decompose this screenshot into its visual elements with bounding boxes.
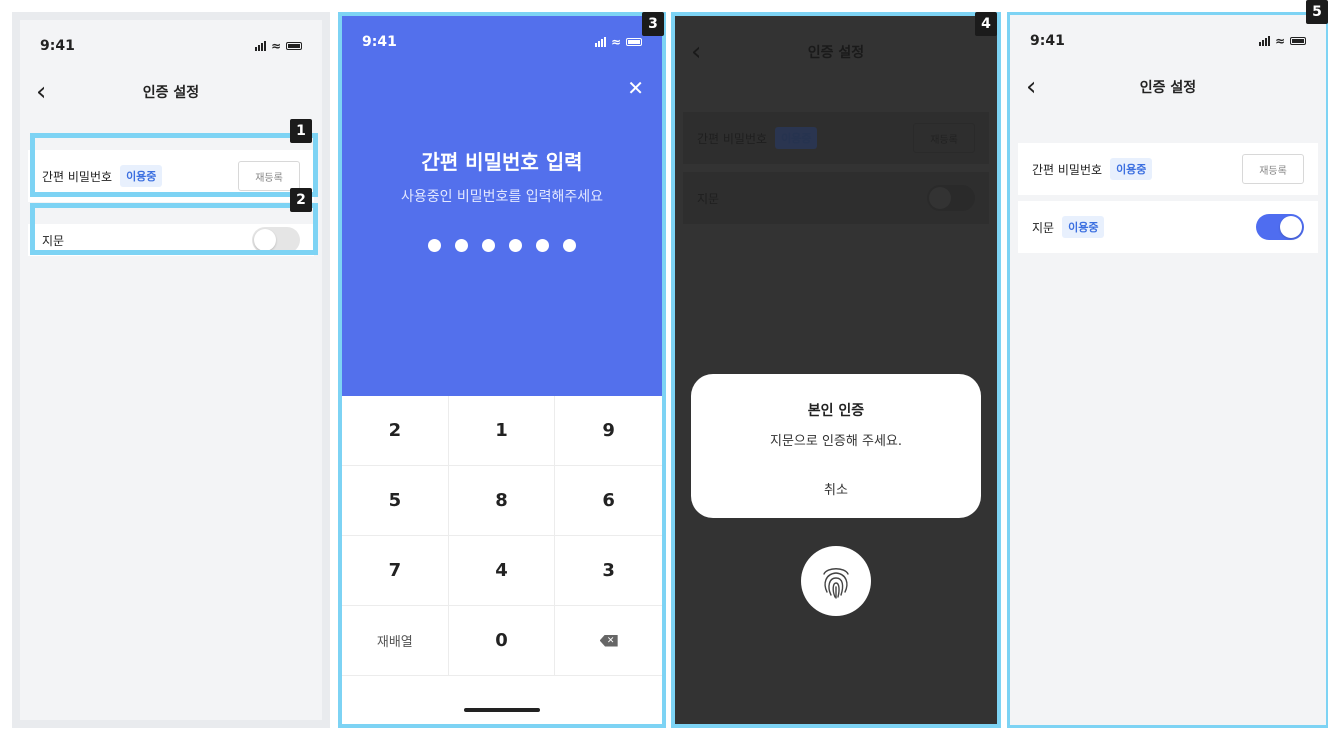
- modal-title: 본인 인증: [807, 403, 865, 419]
- callout-2: 2: [290, 188, 312, 212]
- status-badge: 이용중: [1062, 216, 1105, 238]
- password-row: 간편 비밀번호 이용중 재등록: [1018, 143, 1318, 195]
- fingerprint-label: 지문: [1032, 220, 1055, 235]
- nav-bar: ‹ 인증 설정: [1010, 67, 1326, 107]
- key-0[interactable]: 0: [448, 606, 556, 676]
- status-time: 9:41: [40, 38, 75, 54]
- status-bar: 9:41 ≈: [20, 20, 322, 72]
- signal-icon: [1258, 36, 1270, 46]
- highlight-box-1: [30, 133, 318, 197]
- auth-modal: 본인 인증 지문으로 인증해 주세요. 취소: [691, 374, 981, 518]
- screen-auth-settings-enabled: 9:41 ≈ ‹ 인증 설정 간편 비밀번호 이용중 재등록 지문 이용중: [1007, 12, 1328, 728]
- pin-dot: [536, 239, 549, 252]
- re-register-button[interactable]: 재등록: [1242, 154, 1304, 184]
- battery-icon: [1290, 37, 1306, 45]
- status-time: 9:41: [1030, 33, 1065, 49]
- password-header: 9:41 ≈ ✕ 간편 비밀번호 입력 사용중인 비밀번호를 입력해주세요: [342, 16, 662, 396]
- keypad: 2 1 9 5 8 6 7 4 3 재배열 0 ✕: [342, 396, 662, 676]
- status-bar: 9:41 ≈: [1010, 15, 1326, 67]
- status-badge: 이용중: [775, 127, 818, 149]
- screen-password-input: 9:41 ≈ ✕ 간편 비밀번호 입력 사용중인 비밀번호를 입력해주세요 2 …: [338, 12, 666, 728]
- shuffle-key[interactable]: 재배열: [342, 606, 449, 676]
- signal-icon: [594, 37, 606, 47]
- password-label: 간편 비밀번호: [1032, 162, 1103, 177]
- fingerprint-button[interactable]: [801, 546, 871, 616]
- pin-dots: [342, 239, 662, 252]
- password-label: 간편 비밀번호: [697, 131, 768, 146]
- password-row: 간편 비밀번호 이용중 재등록: [683, 112, 989, 164]
- pin-dot: [455, 239, 468, 252]
- key-7[interactable]: 7: [342, 536, 449, 606]
- password-subtitle: 사용중인 비밀번호를 입력해주세요: [400, 189, 604, 205]
- re-register-button: 재등록: [913, 123, 975, 153]
- callout-5: 5: [1306, 0, 1328, 24]
- signal-icon: [254, 41, 266, 51]
- wifi-icon: ≈: [270, 39, 281, 53]
- password-title: 간편 비밀번호 입력: [421, 150, 583, 174]
- key-2[interactable]: 2: [342, 396, 449, 466]
- fingerprint-row: 지문 이용중: [1018, 201, 1318, 253]
- key-1[interactable]: 1: [448, 396, 556, 466]
- key-6[interactable]: 6: [555, 466, 662, 536]
- key-9[interactable]: 9: [555, 396, 662, 466]
- pin-dot: [509, 239, 522, 252]
- status-time: 9:41: [362, 34, 397, 50]
- toggle-knob: [929, 187, 951, 209]
- status-bar: 9:41 ≈: [342, 16, 662, 68]
- key-3[interactable]: 3: [555, 536, 662, 606]
- home-indicator: [464, 708, 540, 712]
- fingerprint-row: 지문: [683, 172, 989, 224]
- backspace-icon: ✕: [599, 634, 618, 647]
- close-icon[interactable]: ✕: [627, 76, 644, 100]
- cancel-button[interactable]: 취소: [691, 479, 981, 498]
- pin-dot: [428, 239, 441, 252]
- wifi-icon: ≈: [610, 35, 621, 49]
- fingerprint-label: 지문: [697, 191, 720, 206]
- modal-message: 지문으로 인증해 주세요.: [770, 434, 902, 449]
- status-badge: 이용중: [1110, 158, 1153, 180]
- page-title: 인증 설정: [142, 85, 200, 101]
- callout-1: 1: [290, 119, 312, 143]
- fingerprint-toggle: [927, 185, 975, 211]
- key-8[interactable]: 8: [448, 466, 556, 536]
- highlight-box-2: [30, 203, 318, 255]
- page-title: 인증 설정: [807, 45, 865, 61]
- fingerprint-icon: [823, 568, 849, 599]
- nav-bar: ‹ 인증 설정: [20, 72, 322, 112]
- screen-fingerprint-auth: ‹ 인증 설정 간편 비밀번호 이용중 재등록 지문 본인 인증 지문으로 인증…: [671, 12, 1001, 728]
- pin-dot: [482, 239, 495, 252]
- battery-icon: [626, 38, 642, 46]
- fingerprint-toggle[interactable]: [1256, 214, 1304, 240]
- nav-bar: ‹ 인증 설정: [675, 32, 997, 72]
- screen-auth-settings-initial: 9:41 ≈ ‹ 인증 설정 간편 비밀번호 이용중 재등록 지문: [12, 12, 330, 728]
- pin-dot: [563, 239, 576, 252]
- key-5[interactable]: 5: [342, 466, 449, 536]
- backspace-key[interactable]: ✕: [555, 606, 662, 676]
- callout-4: 4: [975, 12, 997, 36]
- page-title: 인증 설정: [1139, 80, 1197, 96]
- callout-3: 3: [642, 12, 664, 36]
- toggle-knob: [1280, 216, 1302, 238]
- wifi-icon: ≈: [1274, 34, 1285, 48]
- battery-icon: [286, 42, 302, 50]
- key-4[interactable]: 4: [448, 536, 556, 606]
